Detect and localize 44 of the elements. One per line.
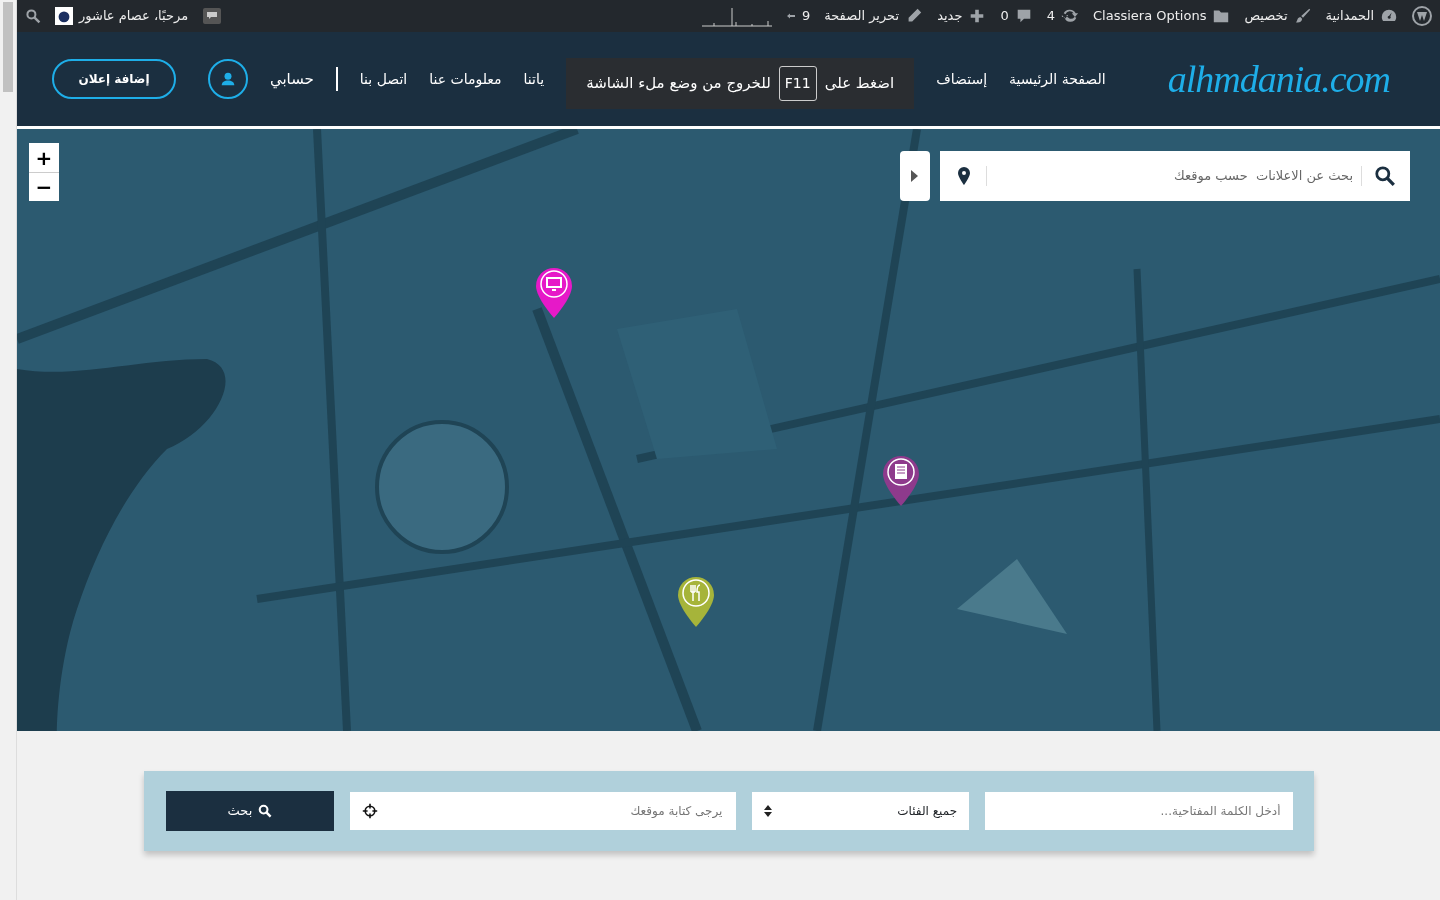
- arrow-icon: [785, 11, 796, 21]
- avatar-icon: [55, 7, 73, 25]
- search-field[interactable]: بحث عن الاعلانات حسب موقعك: [986, 166, 1362, 186]
- map-pin-icon[interactable]: [535, 267, 573, 319]
- toolbar-item[interactable]: 4: [1046, 6, 1079, 26]
- zoom-out-button[interactable]: −: [29, 172, 59, 201]
- account-avatar[interactable]: [207, 59, 248, 99]
- nav-link[interactable]: ياتنا: [523, 68, 545, 90]
- activity-graph: [701, 5, 772, 27]
- toolbar-item[interactable]: 0: [1000, 6, 1033, 26]
- user-greeting[interactable]: مرحبًا، عصام عاشور: [55, 6, 189, 26]
- toolbar-item[interactable]: الحمدانية: [1325, 6, 1398, 26]
- notice-text: اضغط على: [824, 72, 895, 94]
- nav-link[interactable]: اتصل بنا: [359, 68, 408, 90]
- search-icon: [258, 804, 273, 818]
- toolbar-item[interactable]: جديد: [937, 6, 987, 26]
- notification-icon[interactable]: [202, 6, 223, 26]
- map-pin-icon[interactable]: [882, 455, 920, 507]
- sort-arrows-icon: [764, 805, 773, 817]
- nav-link[interactable]: إستضاف: [936, 68, 988, 90]
- scrollbar-thumb[interactable]: [3, 2, 13, 92]
- panel-toggle-button[interactable]: [900, 151, 930, 201]
- search-icon[interactable]: [25, 8, 41, 24]
- caret-icon: [911, 170, 919, 182]
- brush-icon: [1293, 7, 1312, 25]
- toolbar-item[interactable]: 9: [785, 6, 811, 26]
- toolbar-item[interactable]: تحرير الصفحة: [824, 6, 924, 26]
- toolbar-item[interactable]: تخصيص: [1244, 6, 1312, 26]
- nav-link[interactable]: الصفحة الرئيسية: [1009, 68, 1106, 90]
- refresh-icon: [1061, 7, 1079, 25]
- toolbar-item[interactable]: Classiera Options: [1093, 6, 1231, 26]
- category-select[interactable]: جميع الفئات: [752, 792, 970, 830]
- search-bar[interactable]: بحث عن الاعلانات حسب موقعك: [940, 151, 1410, 201]
- notice-text: للخروج من وضع ملء الشاشة: [586, 72, 771, 95]
- crosshair-icon: [362, 803, 379, 819]
- key-label: F11: [778, 65, 817, 101]
- search-button[interactable]: بحث: [165, 791, 335, 831]
- map-pin-icon[interactable]: [677, 576, 715, 628]
- site-logo[interactable]: alhmdania.com: [1167, 50, 1390, 108]
- account-link[interactable]: حسابي: [269, 67, 314, 91]
- post-ad-button[interactable]: إضافة إعلان: [52, 59, 176, 99]
- nav-link[interactable]: معلومات عنا: [429, 68, 502, 90]
- wordpress-logo-icon[interactable]: [1412, 6, 1432, 26]
- search-icon: [1374, 165, 1396, 187]
